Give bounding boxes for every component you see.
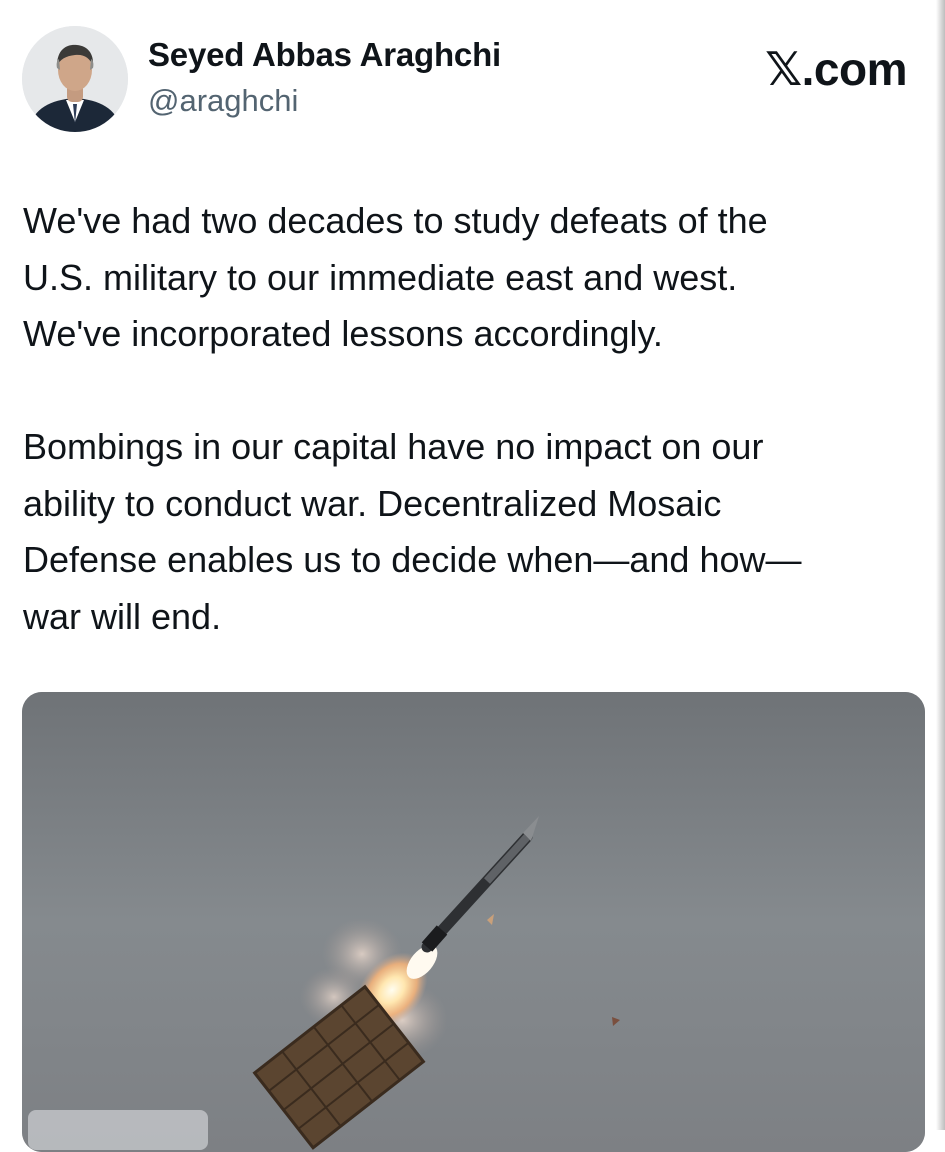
avatar-photo <box>22 26 128 132</box>
author-handle[interactable]: @araghchi <box>148 83 298 119</box>
tweet-paragraph: We've had two decades to study defeats o… <box>23 200 768 354</box>
media-badge <box>28 1110 208 1150</box>
brand-domain: .com <box>801 43 908 95</box>
tweet-text: We've had two decades to study defeats o… <box>23 193 913 645</box>
author-display-name[interactable]: Seyed Abbas Araghchi <box>148 36 501 74</box>
x-brand-icon: 𝕏 <box>765 42 802 96</box>
author-avatar[interactable] <box>22 26 128 132</box>
screenshot-edge <box>936 0 945 1130</box>
tweet-paragraph: Bombings in our capital have no impact o… <box>23 426 802 637</box>
missile-launch-photo <box>22 692 925 1152</box>
x-logo: 𝕏.com <box>765 42 907 96</box>
tweet-media[interactable] <box>22 692 925 1152</box>
